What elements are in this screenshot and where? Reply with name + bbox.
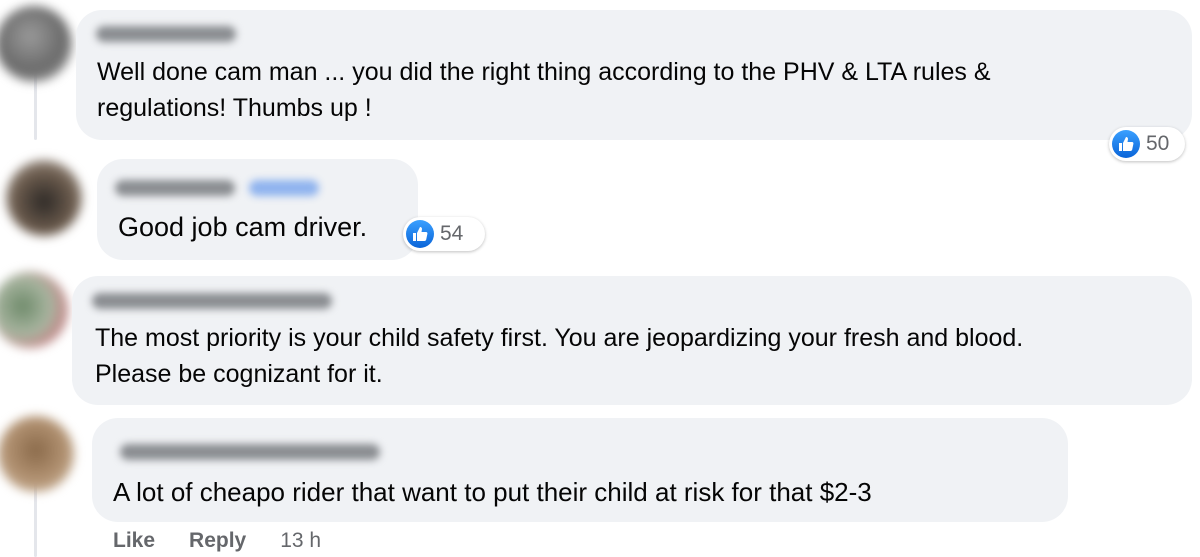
comment-text-line: The most priority is your child safety f… [95, 324, 1024, 352]
commenter-name-redacted[interactable] [115, 180, 235, 196]
comment-timestamp[interactable]: 13 h [280, 529, 321, 553]
comment-text-line: Please be cognizant for it. [95, 360, 383, 388]
commenter-name-redacted[interactable] [92, 293, 332, 309]
comment-text: Good job cam driver. [118, 209, 367, 245]
comment-text-line: A lot of cheapo rider that want to put t… [113, 477, 872, 507]
comment-actions: Like Reply 13 h [113, 529, 321, 553]
comment-text: A lot of cheapo rider that want to put t… [113, 474, 872, 510]
reaction-summary[interactable]: 50 [1109, 127, 1185, 161]
commenter-name-redacted[interactable] [96, 26, 236, 42]
comment-bubble: A lot of cheapo rider that want to put t… [92, 418, 1068, 522]
avatar[interactable] [0, 416, 74, 492]
reaction-count: 50 [1146, 132, 1170, 155]
thumbs-up-icon [406, 220, 434, 248]
comment-bubble: Well done cam man ... you did the right … [76, 10, 1192, 140]
reply-button[interactable]: Reply [189, 529, 246, 553]
comment-bubble: The most priority is your child safety f… [72, 276, 1192, 405]
avatar[interactable] [6, 160, 82, 236]
avatar[interactable] [0, 6, 72, 82]
comment-text-line: Well done cam man ... you did the right … [97, 58, 991, 86]
follow-link-redacted[interactable] [249, 180, 319, 196]
thumbs-up-icon [1112, 130, 1140, 158]
avatar[interactable] [0, 272, 68, 348]
comment-text-line: regulations! Thumbs up ! [97, 94, 372, 122]
commenter-name-redacted[interactable] [120, 444, 380, 460]
comment-text: The most priority is your child safety f… [95, 320, 1023, 392]
like-button[interactable]: Like [113, 529, 155, 553]
comment-bubble: Good job cam driver. [97, 159, 418, 260]
comment-text: Well done cam man ... you did the right … [97, 54, 991, 126]
comment-text-line: Good job cam driver. [118, 212, 368, 242]
reaction-summary[interactable]: 54 [403, 217, 485, 251]
reaction-count: 54 [440, 222, 464, 245]
